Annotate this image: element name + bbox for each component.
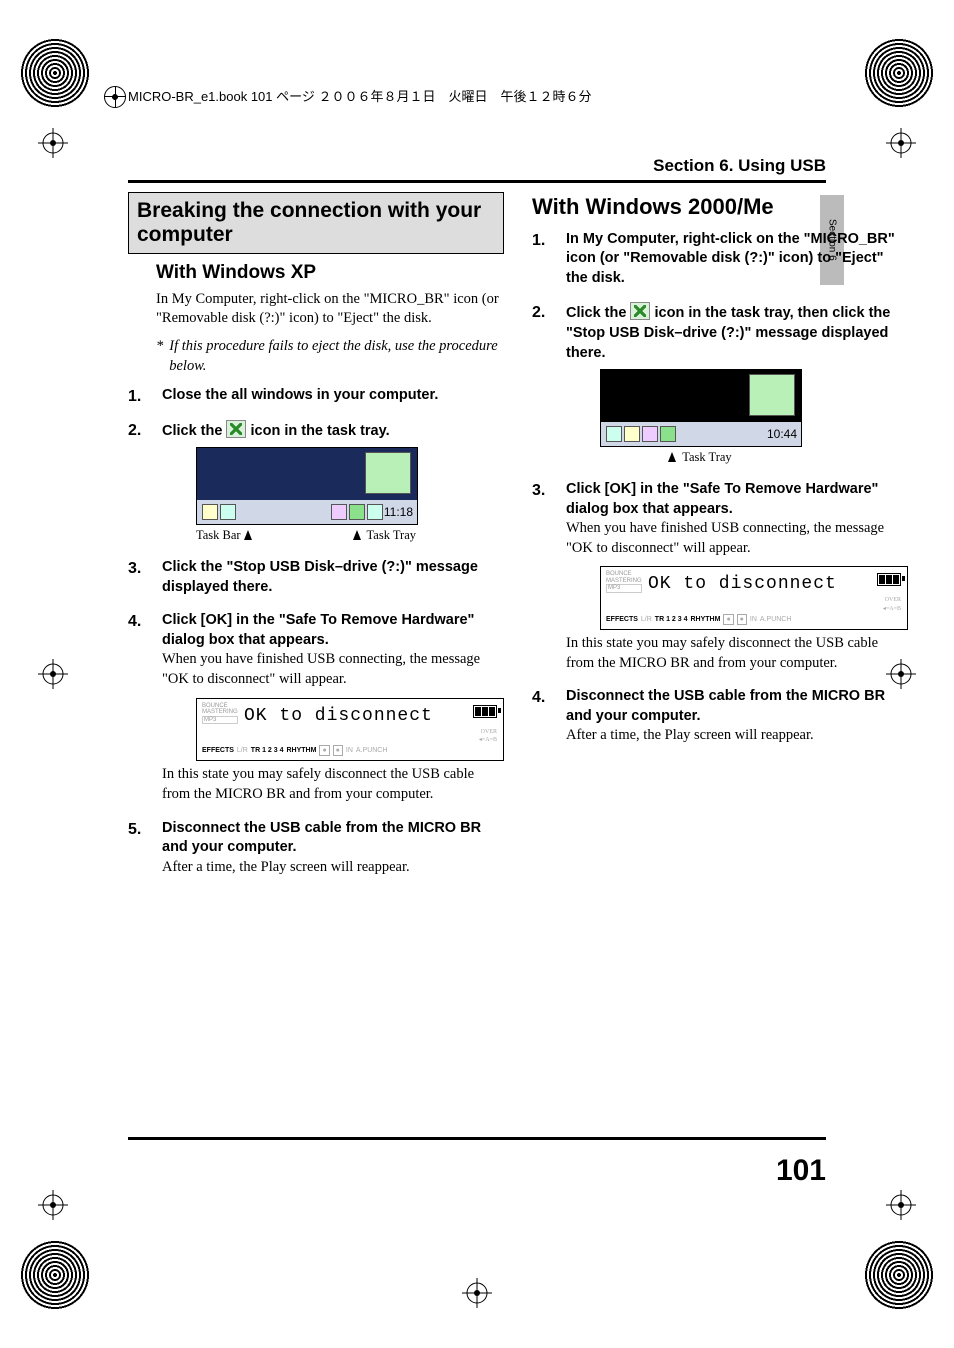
step-4-bold: Click [OK] in the "Safe To Remove Hardwa… (162, 612, 474, 648)
lcd-bottom-row: EFFECTS L/R TR 1 2 3 4 RHYTHM ●● IN A.PU… (200, 744, 500, 757)
step-3-text: Click the "Stop USB Disk–drive (?:)" mes… (162, 559, 478, 595)
tray-clock: 11:18 (384, 504, 413, 520)
tray-icon (367, 504, 383, 520)
step-3-bold: Click [OK] in the "Safe To Remove Hardwa… (566, 481, 878, 517)
lcd-side-labels: BOUNCE MASTERING MP3 (202, 703, 238, 725)
tray-icon (606, 426, 622, 442)
left-column: Breaking the connection with your comput… (128, 192, 504, 891)
document-filename: MICRO-BR_e1.book 101 ページ ２００６年８月１日 火曜日 午… (128, 89, 591, 104)
print-spiral-icon (864, 1240, 934, 1310)
heading-windows-2000-me: With Windows 2000/Me (532, 192, 908, 222)
registration-mark-icon (38, 1190, 68, 1220)
right-column: With Windows 2000/Me In My Computer, rig… (532, 192, 908, 891)
taskbar-strip: 11:18 (197, 500, 417, 524)
figure-label: Task Tray (668, 449, 731, 466)
step-2: Click the icon in the task tray, then cl… (532, 302, 908, 466)
step-3: Click [OK] in the "Safe To Remove Hardwa… (532, 480, 908, 673)
step-2: Click the icon in the task tray. (128, 420, 504, 544)
tray-icon (202, 504, 218, 520)
note-asterisk: * (156, 337, 163, 376)
lcd-figure: BOUNCE MASTERING MP3 OK to disconnect OV… (600, 566, 908, 630)
step-2-text-a: Click the (566, 305, 630, 321)
lcd-message: OK to disconnect (200, 702, 500, 728)
enlarged-tray-icon (749, 374, 795, 416)
battery-icon (877, 573, 901, 586)
safely-remove-hardware-icon (226, 420, 246, 438)
arrow-up-icon (668, 452, 676, 462)
lcd-figure: BOUNCE MASTERING MP3 OK to disconnect OV… (196, 698, 504, 762)
step-1: Close the all windows in your computer. (128, 386, 504, 406)
enlarged-tray-icon (365, 452, 411, 494)
arrow-up-icon (244, 530, 252, 540)
heading-windows-xp: With Windows XP (156, 260, 504, 286)
figure-label-right: Task Tray (353, 527, 416, 544)
arrow-up-icon (353, 530, 361, 540)
note-text: * If this procedure fails to eject the d… (156, 337, 504, 376)
taskbar-strip: 10:44 (601, 422, 801, 446)
footer-rule (128, 1137, 826, 1140)
step-3: Click the "Stop USB Disk–drive (?:)" mes… (128, 558, 504, 597)
registration-mark-icon (886, 128, 916, 158)
safely-remove-hardware-icon (630, 302, 650, 320)
section-header: Section 6. Using USB (653, 156, 826, 176)
step-3-body: When you have finished USB connecting, t… (566, 520, 884, 556)
print-spiral-icon (20, 1240, 90, 1310)
lcd-ab-label: OVER◂=A=B (604, 596, 904, 612)
lcd-ab-label: OVER◂=A=B (200, 728, 500, 744)
step-5-body: After a time, the Play screen will reapp… (162, 859, 410, 875)
step-1: In My Computer, right-click on the "MICR… (532, 230, 908, 289)
tray-clock: 10:44 (767, 426, 797, 442)
tray-icon (624, 426, 640, 442)
step-2-text-a: Click the (162, 423, 226, 439)
step-4-body: When you have finished USB connecting, t… (162, 651, 480, 687)
step-3-after: In this state you may safely disconnect … (566, 634, 908, 673)
tray-icon (660, 426, 676, 442)
registration-mark-icon (462, 1278, 492, 1308)
tasktray-figure: 10:44 (600, 369, 802, 447)
step-5-bold: Disconnect the USB cable from the MICRO … (162, 820, 481, 856)
heading-breaking-connection: Breaking the connection with your comput… (128, 192, 504, 254)
step-1-text: Close the all windows in your computer. (162, 387, 438, 403)
tray-icon (349, 504, 365, 520)
step-5: Disconnect the USB cable from the MICRO … (128, 819, 504, 878)
page-number: 101 (776, 1154, 826, 1188)
registration-mark-icon (38, 128, 68, 158)
step-4-after: In this state you may safely disconnect … (162, 765, 504, 804)
print-spiral-icon (864, 38, 934, 108)
tray-icon (220, 504, 236, 520)
tray-icon (642, 426, 658, 442)
note-body: If this procedure fails to eject the dis… (169, 337, 504, 376)
registration-mark-icon (886, 1190, 916, 1220)
document-header-strip: MICRO-BR_e1.book 101 ページ ２００６年８月１日 火曜日 午… (128, 86, 826, 107)
tray-icon (331, 504, 347, 520)
figure-label-left: Task Bar (196, 527, 255, 544)
section-rule (128, 180, 826, 183)
print-spiral-icon (20, 38, 90, 108)
step-1-text: In My Computer, right-click on the "MICR… (566, 231, 895, 286)
registration-mark-icon (38, 659, 68, 689)
step-2-text-b: icon in the task tray. (251, 423, 390, 439)
taskbar-figure: 11:18 (196, 447, 418, 525)
lcd-message: OK to disconnect (604, 570, 904, 596)
battery-icon (473, 705, 497, 718)
intro-text: In My Computer, right-click on the "MICR… (156, 290, 504, 329)
step-4: Disconnect the USB cable from the MICRO … (532, 687, 908, 746)
step-4: Click [OK] in the "Safe To Remove Hardwa… (128, 611, 504, 804)
lcd-bottom-row: EFFECTS L/R TR 1 2 3 4 RHYTHM ●● IN A.PU… (604, 613, 904, 626)
step-4-body: After a time, the Play screen will reapp… (566, 727, 814, 743)
step-4-bold: Disconnect the USB cable from the MICRO … (566, 688, 885, 724)
lcd-side-labels: BOUNCE MASTERING MP3 (606, 571, 642, 593)
